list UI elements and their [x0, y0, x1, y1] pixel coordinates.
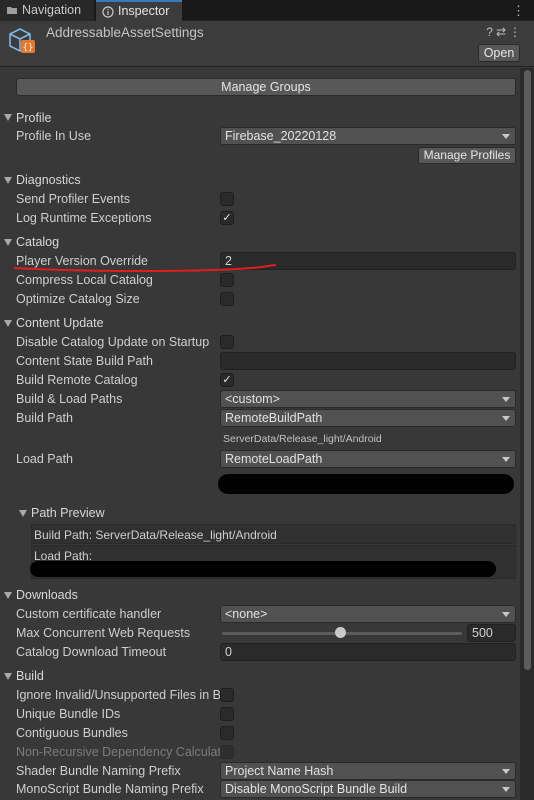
chevron-down-icon [502, 612, 510, 617]
dropdown-value: Disable MonoScript Bundle Build [225, 782, 408, 796]
send-profiler-events-label: Send Profiler Events [16, 192, 130, 206]
preset-icon[interactable]: ⇄ [496, 25, 509, 39]
chevron-down-icon [502, 416, 510, 421]
load-path-label: Load Path [16, 452, 73, 466]
inspector-header: {} AddressableAssetSettings ?⇄⋮ Open [0, 21, 534, 67]
compress-local-catalog-label: Compress Local Catalog [16, 273, 153, 287]
build-path-dropdown[interactable]: RemoteBuildPath [220, 409, 516, 427]
monoscript-prefix-dropdown[interactable]: Disable MonoScript Bundle Build [220, 780, 516, 798]
chevron-down-icon [502, 134, 510, 139]
foldout-arrow-icon[interactable] [4, 239, 12, 246]
profile-in-use-label: Profile In Use [16, 129, 92, 143]
unique-bundle-ids-label: Unique Bundle IDs [16, 707, 121, 721]
tab-navigation[interactable]: Navigation [0, 0, 95, 21]
content-state-build-path-label: Content State Build Path [16, 354, 153, 368]
log-runtime-exceptions-checkbox[interactable]: ✓ [220, 211, 234, 225]
profile-in-use-dropdown[interactable]: Firebase_20220128 [220, 127, 516, 145]
chevron-down-icon [502, 457, 510, 462]
kebab-icon[interactable]: ⋮ [512, 3, 525, 19]
help-icon[interactable]: ? [486, 25, 496, 39]
tab-label: Inspector [118, 4, 170, 18]
build-remote-catalog-label: Build Remote Catalog [16, 373, 138, 387]
dropdown-value: Firebase_20220128 [225, 129, 337, 143]
unique-bundle-ids-checkbox[interactable] [220, 707, 234, 721]
contiguous-bundles-label: Contiguous Bundles [16, 726, 128, 740]
section-path-preview[interactable]: Path Preview [31, 506, 105, 520]
custom-cert-dropdown[interactable]: <none> [220, 605, 516, 623]
non-recursive-checkbox [220, 745, 234, 759]
foldout-arrow-icon[interactable] [19, 510, 27, 517]
catalog-timeout-input[interactable]: 0 [220, 643, 516, 661]
tab-inspector[interactable]: Inspector [96, 0, 182, 21]
editor-tabbar: Navigation Inspector ⋮ [0, 0, 534, 21]
load-path-dropdown[interactable]: RemoteLoadPath [220, 450, 516, 468]
non-recursive-label: Non-Recursive Dependency Calculatio [16, 745, 220, 759]
checkmark-icon: ✓ [222, 374, 232, 386]
max-concurrent-input[interactable]: 500 [467, 624, 516, 642]
chevron-down-icon [502, 769, 510, 774]
path-preview-build-text: Build Path: ServerData/Release_light/And… [34, 528, 277, 542]
build-path-label: Build Path [16, 411, 73, 425]
info-icon [102, 6, 114, 18]
log-runtime-exceptions-label: Log Runtime Exceptions [16, 211, 152, 225]
shader-prefix-label: Shader Bundle Naming Prefix [16, 764, 181, 778]
custom-cert-label: Custom certificate handler [16, 607, 162, 621]
build-remote-catalog-checkbox[interactable]: ✓ [220, 373, 234, 387]
compress-local-catalog-checkbox[interactable] [220, 273, 234, 287]
send-profiler-events-checkbox[interactable] [220, 192, 234, 206]
build-load-paths-dropdown[interactable]: <custom> [220, 390, 516, 408]
section-build[interactable]: Build [16, 668, 44, 684]
contiguous-bundles-checkbox[interactable] [220, 726, 234, 740]
section-content-update[interactable]: Content Update [16, 315, 104, 331]
dropdown-value: RemoteBuildPath [225, 411, 323, 425]
asset-title: AddressableAssetSettings [46, 25, 204, 40]
catalog-timeout-label: Catalog Download Timeout [16, 645, 167, 659]
redaction-mark [30, 561, 496, 577]
max-concurrent-label: Max Concurrent Web Requests [16, 626, 191, 640]
checkmark-icon: ✓ [222, 212, 232, 224]
chevron-down-icon [502, 787, 510, 792]
open-button[interactable]: Open [478, 44, 520, 62]
optimize-catalog-size-label: Optimize Catalog Size [16, 292, 140, 306]
addressables-asset-icon: {} [9, 28, 35, 53]
ignore-invalid-checkbox[interactable] [220, 688, 234, 702]
section-catalog[interactable]: Catalog [16, 234, 59, 250]
content-state-build-path-input[interactable] [220, 352, 516, 370]
scrollbar-thumb[interactable] [524, 70, 531, 670]
scrollbar[interactable] [520, 68, 534, 800]
folder-icon [7, 7, 17, 14]
build-load-paths-label: Build & Load Paths [16, 392, 123, 406]
tab-label: Navigation [22, 3, 82, 17]
dropdown-value: <none> [225, 607, 268, 621]
header-icons: ?⇄⋮ [486, 25, 524, 39]
build-path-resolved: ServerData/Release_light/Android [223, 433, 382, 445]
manage-profiles-button[interactable]: Manage Profiles [418, 147, 516, 164]
foldout-arrow-icon[interactable] [4, 320, 12, 327]
monoscript-prefix-label: MonoScript Bundle Naming Prefix [16, 782, 204, 796]
player-version-override-input[interactable]: 2 [220, 252, 516, 270]
disable-catalog-update-checkbox[interactable] [220, 335, 234, 349]
redaction-mark [218, 474, 514, 494]
svg-text:{}: {} [23, 43, 34, 53]
disable-catalog-update-label: Disable Catalog Update on Startup [16, 335, 210, 349]
foldout-arrow-icon[interactable] [4, 673, 12, 680]
section-diagnostics[interactable]: Diagnostics [16, 172, 81, 188]
slider-knob[interactable] [335, 627, 346, 638]
section-profile[interactable]: Profile [16, 110, 51, 126]
dropdown-value: RemoteLoadPath [225, 452, 323, 466]
kebab-icon[interactable]: ⋮ [509, 25, 524, 39]
dropdown-value: <custom> [225, 392, 280, 406]
manage-groups-button[interactable]: Manage Groups [16, 78, 516, 96]
player-version-override-label: Player Version Override [16, 254, 149, 268]
foldout-arrow-icon[interactable] [4, 114, 12, 121]
dropdown-value: Project Name Hash [225, 764, 334, 778]
foldout-arrow-icon[interactable] [4, 592, 12, 599]
chevron-down-icon [502, 397, 510, 402]
ignore-invalid-label: Ignore Invalid/Unsupported Files in Bui [16, 688, 220, 702]
optimize-catalog-size-checkbox[interactable] [220, 292, 234, 306]
path-preview-build: Build Path: ServerData/Release_light/And… [31, 524, 516, 544]
shader-prefix-dropdown[interactable]: Project Name Hash [220, 762, 516, 780]
section-downloads[interactable]: Downloads [16, 587, 78, 603]
foldout-arrow-icon[interactable] [4, 177, 12, 184]
